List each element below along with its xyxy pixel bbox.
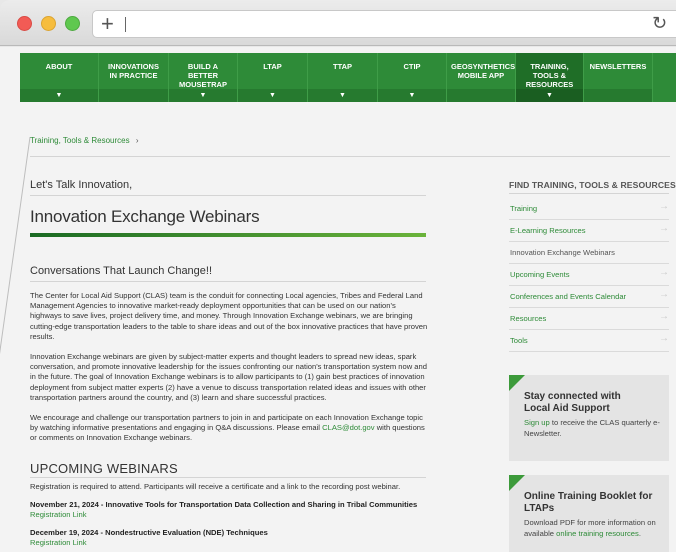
- chevron-down-icon: ▼: [308, 89, 377, 102]
- text-cursor: [125, 17, 126, 32]
- sidebar-item-label: Upcoming Events: [510, 270, 570, 279]
- card-title: Online Training Booklet for LTAPs: [524, 491, 653, 514]
- email-link[interactable]: CLAS@dot.gov: [322, 423, 374, 432]
- sign-up-link[interactable]: Sign up: [524, 418, 550, 427]
- nav-label: NEWSLETTERS: [589, 62, 647, 71]
- corner-accent: [509, 475, 525, 491]
- nav-item-training-tools-resources[interactable]: TRAINING, TOOLS & RESOURCES ▼: [516, 53, 583, 102]
- nav-item-newsletters[interactable]: NEWSLETTERS: [584, 53, 652, 102]
- divider: [30, 477, 426, 478]
- intro-paragraph: The Center for Local Aid Support (CLAS) …: [30, 291, 428, 341]
- web-page: ABOUT ▼ INNOVATIONS IN PRACTICE BUILD A …: [0, 47, 676, 552]
- sidebar-item-tools[interactable]: Tools →: [509, 330, 669, 352]
- browser-toolbar: + ↻: [0, 0, 676, 46]
- address-bar[interactable]: +: [92, 10, 676, 38]
- card-title: Stay connected with Local Aid Support: [524, 391, 621, 414]
- title-accent-bar: [30, 233, 426, 237]
- divider: [30, 156, 670, 157]
- nav-label: TTAP: [332, 62, 353, 71]
- nav-label: GEOSYNTHETICS MOBILE APP: [451, 62, 516, 80]
- goals-paragraph: Innovation Exchange webinars are given b…: [30, 352, 427, 402]
- event-title: December 19, 2024 - Nondestructive Evalu…: [30, 528, 268, 537]
- divider: [30, 281, 426, 282]
- sidebar-item-label: Resources: [510, 314, 547, 323]
- close-window-button[interactable]: [17, 16, 32, 31]
- nav-label: BUILD A BETTER MOUSETRAP: [179, 62, 227, 89]
- nav-label: TRAINING, TOOLS & RESOURCES: [525, 62, 574, 89]
- corner-accent: [509, 375, 525, 391]
- reload-icon[interactable]: ↻: [652, 14, 667, 32]
- sidebar-item-resources[interactable]: Resources →: [509, 308, 669, 330]
- intro-heading: Let's Talk Innovation,: [30, 179, 133, 191]
- sidebar-item-training[interactable]: Training →: [509, 198, 669, 220]
- sidebar-item-label: Training: [510, 204, 538, 213]
- chevron-down-icon: ▼: [378, 89, 446, 102]
- sidebar-item-innovation-exchange-webinars[interactable]: Innovation Exchange Webinars: [509, 242, 669, 264]
- nav-item-innovations-in-practice[interactable]: INNOVATIONS IN PRACTICE: [99, 53, 168, 102]
- chevron-down-icon: ▼: [169, 89, 237, 102]
- contact-paragraph: We encourage and challenge our transport…: [30, 413, 428, 444]
- divider: [509, 193, 669, 194]
- breadcrumb-link[interactable]: Training, Tools & Resources: [30, 136, 130, 145]
- nav-label: INNOVATIONS IN PRACTICE: [108, 62, 159, 80]
- arrow-right-icon: →: [659, 289, 669, 300]
- training-booklet-card: Online Training Booklet for LTAPs Downlo…: [509, 475, 669, 552]
- sidebar-item-conferences-calendar[interactable]: Conferences and Events Calendar →: [509, 286, 669, 308]
- arrow-right-icon: →: [659, 201, 669, 212]
- breadcrumb: Training, Tools & Resources ›: [30, 136, 139, 145]
- nav-item-geosynthetics-mobile-app[interactable]: GEOSYNTHETICS MOBILE APP: [447, 53, 515, 102]
- arrow-right-icon: →: [659, 333, 669, 344]
- registration-link[interactable]: Registration Link: [30, 510, 87, 519]
- page-title: Innovation Exchange Webinars: [30, 207, 260, 226]
- sidebar-item-label: E-Learning Resources: [510, 226, 586, 235]
- minimize-window-button[interactable]: [41, 16, 56, 31]
- nav-arrow-bar: [99, 89, 168, 102]
- card-text-end: .: [638, 528, 641, 538]
- registration-note: Registration is required to attend. Part…: [30, 482, 401, 491]
- arrow-right-icon: →: [659, 311, 669, 322]
- chevron-down-icon: ▼: [238, 89, 307, 102]
- card-body: Sign up to receive the CLAS quarterly e-…: [524, 418, 664, 439]
- newsletter-card: Stay connected with Local Aid Support Si…: [509, 375, 669, 461]
- nav-item-about[interactable]: ABOUT ▼: [20, 53, 98, 102]
- registration-link[interactable]: Registration Link: [30, 538, 87, 547]
- upcoming-webinars-heading: UPCOMING WEBINARS: [30, 461, 178, 476]
- arrow-right-icon: →: [659, 267, 669, 278]
- breadcrumb-separator: ›: [135, 136, 139, 145]
- card-body: Download PDF for more information on ava…: [524, 518, 664, 539]
- sidebar-item-label: Tools: [510, 336, 528, 345]
- sidebar-item-label: Innovation Exchange Webinars: [510, 248, 615, 257]
- nav-item-build-a-better-mousetrap[interactable]: BUILD A BETTER MOUSETRAP ▼: [169, 53, 237, 102]
- sidebar-item-upcoming-events[interactable]: Upcoming Events →: [509, 264, 669, 286]
- nav-label: LTAP: [263, 62, 282, 71]
- divider: [30, 195, 426, 196]
- nav-arrow-bar: [584, 89, 652, 102]
- section-subheading: Conversations That Launch Change!!: [30, 265, 213, 277]
- nav-item-ctip[interactable]: CTIP ▼: [378, 53, 446, 102]
- online-training-link[interactable]: online training resources: [556, 529, 639, 538]
- nav-item-ttap[interactable]: TTAP ▼: [308, 53, 377, 102]
- arrow-right-icon: →: [659, 223, 669, 234]
- chevron-down-icon: ▼: [20, 89, 98, 102]
- maximize-window-button[interactable]: [65, 16, 80, 31]
- chevron-down-icon: ▼: [516, 89, 583, 102]
- sidebar-item-label: Conferences and Events Calendar: [510, 292, 627, 301]
- new-tab-icon[interactable]: +: [101, 12, 114, 36]
- nav-label: ABOUT: [45, 62, 73, 71]
- nav-label: CTIP: [403, 62, 421, 71]
- nav-divider: [652, 53, 653, 102]
- main-navigation: ABOUT ▼ INNOVATIONS IN PRACTICE BUILD A …: [20, 53, 676, 102]
- sidebar-heading: FIND TRAINING, TOOLS & RESOURCES: [509, 180, 676, 190]
- nav-arrow-bar: [447, 89, 515, 102]
- sidebar-item-e-learning[interactable]: E-Learning Resources →: [509, 220, 669, 242]
- nav-item-ltap[interactable]: LTAP ▼: [238, 53, 307, 102]
- event-title: November 21, 2024 - Innovative Tools for…: [30, 500, 418, 509]
